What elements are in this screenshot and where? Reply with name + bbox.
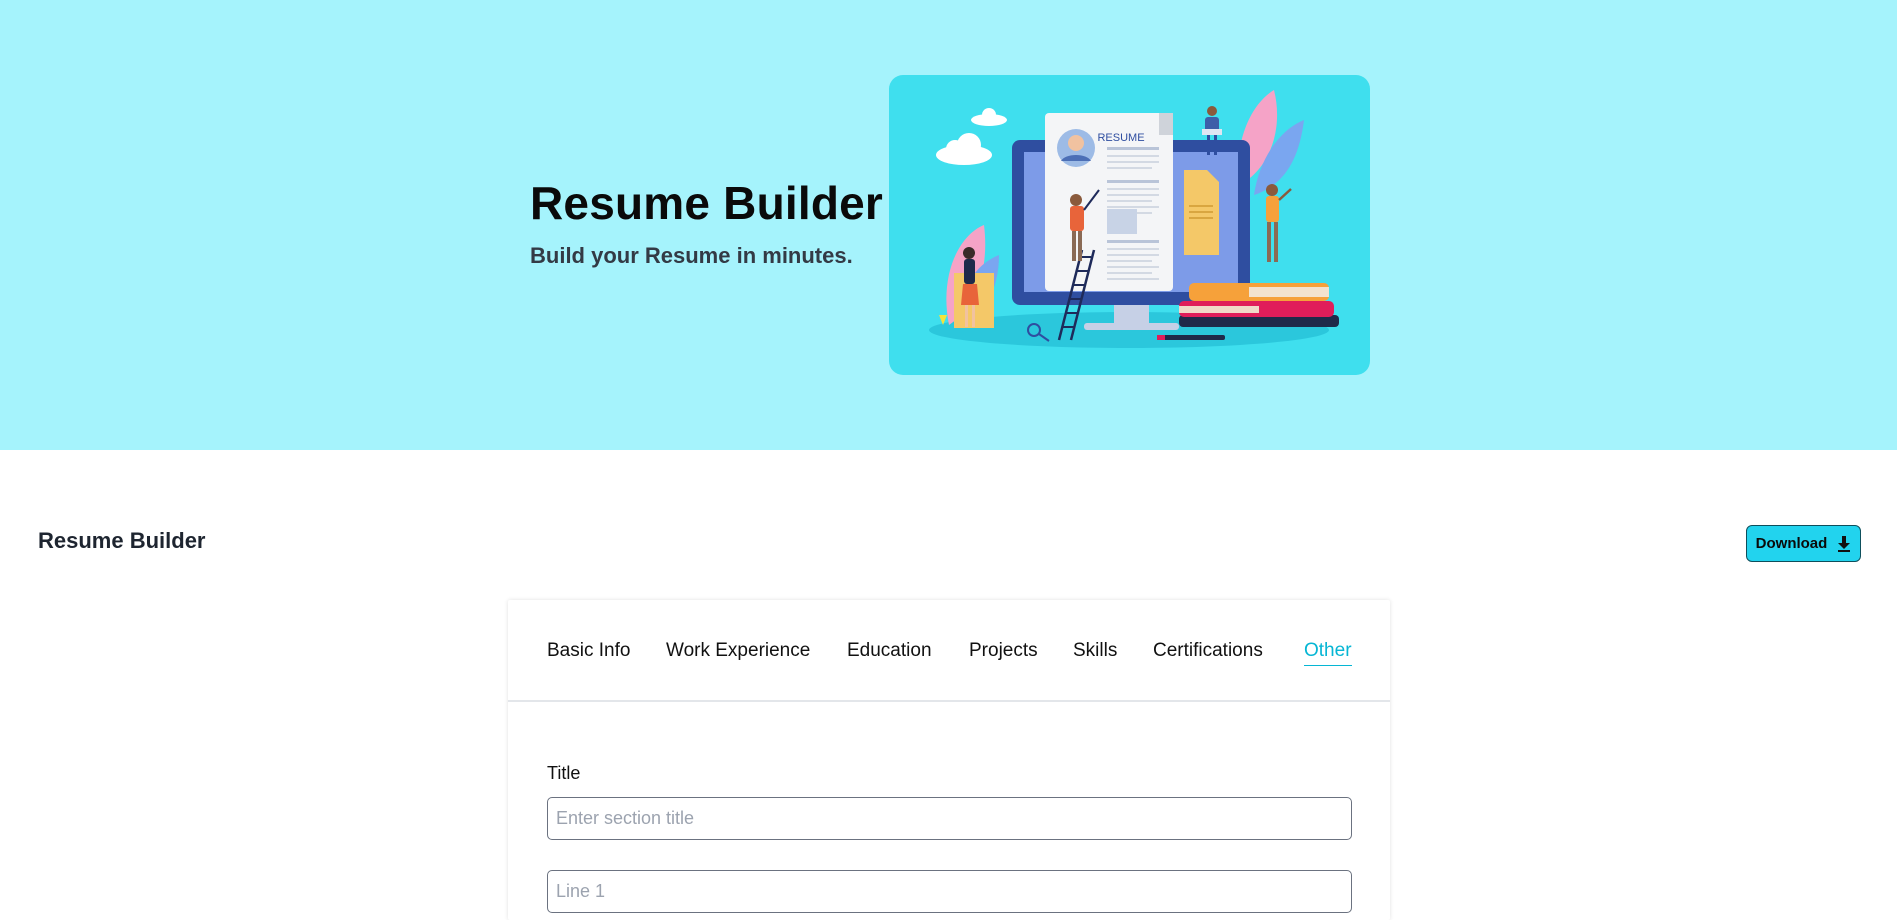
page-title: Resume Builder bbox=[38, 528, 206, 553]
hero-illustration: RESUME bbox=[889, 75, 1370, 375]
tab-education[interactable]: Education bbox=[847, 640, 932, 665]
hero-title: Resume Builder bbox=[530, 177, 884, 229]
tab-certifications[interactable]: Certifications bbox=[1153, 640, 1263, 665]
tab-basic-info[interactable]: Basic Info bbox=[547, 640, 630, 665]
section-title-input[interactable] bbox=[547, 797, 1352, 840]
title-field-label: Title bbox=[547, 763, 581, 783]
section-tabs: Basic Info Work Experience Education Pro… bbox=[508, 600, 1390, 702]
line-1-input[interactable] bbox=[547, 870, 1352, 913]
tab-skills[interactable]: Skills bbox=[1073, 640, 1117, 665]
download-button[interactable]: Download bbox=[1746, 525, 1861, 562]
cloud-icon bbox=[936, 108, 1007, 165]
resume-editor-card: Basic Info Work Experience Education Pro… bbox=[508, 600, 1390, 920]
hero-subtitle: Build your Resume in minutes. bbox=[530, 243, 853, 268]
download-icon bbox=[1837, 535, 1851, 552]
svg-text:RESUME: RESUME bbox=[1097, 132, 1144, 144]
tab-projects[interactable]: Projects bbox=[969, 640, 1038, 665]
tab-work-experience[interactable]: Work Experience bbox=[666, 640, 810, 665]
download-button-label: Download bbox=[1755, 535, 1828, 552]
tab-other[interactable]: Other bbox=[1304, 640, 1352, 666]
hero-banner: Resume Builder Build your Resume in minu… bbox=[0, 0, 1897, 450]
